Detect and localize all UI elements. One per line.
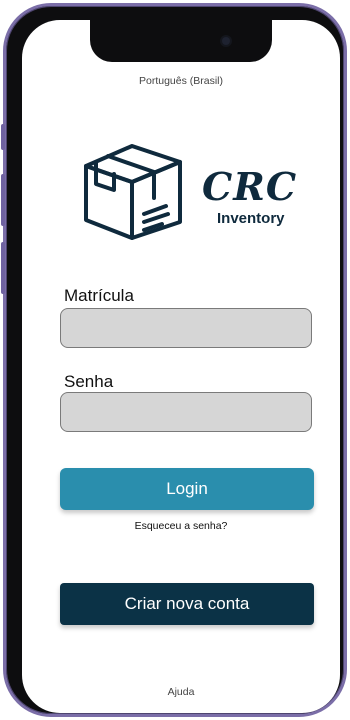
forgot-password-link[interactable]: Esqueceu a senha? (22, 520, 340, 532)
senha-input[interactable] (60, 392, 312, 432)
senha-label: Senha (64, 372, 114, 391)
app-screen: Português (Brasil) CRC Inventory Matrícu… (22, 20, 340, 713)
dynamic-island (90, 20, 272, 62)
volume-down-button (1, 242, 5, 294)
volume-up-button (1, 174, 5, 226)
app-logo: CRC Inventory (74, 138, 296, 246)
matricula-label: Matrícula (64, 286, 134, 305)
help-link[interactable]: Ajuda (22, 686, 340, 698)
matricula-input[interactable] (60, 308, 312, 348)
logo-subtitle: Inventory (217, 210, 285, 227)
phone-frame: Português (Brasil) CRC Inventory Matrícu… (1, 3, 347, 717)
language-selector[interactable]: Português (Brasil) (22, 75, 340, 87)
logo-title: CRC (202, 164, 298, 209)
package-box-icon (84, 144, 182, 240)
action-button (1, 124, 5, 150)
front-camera-icon (222, 37, 230, 45)
create-account-button[interactable]: Criar nova conta (60, 583, 314, 625)
login-button[interactable]: Login (60, 468, 314, 510)
